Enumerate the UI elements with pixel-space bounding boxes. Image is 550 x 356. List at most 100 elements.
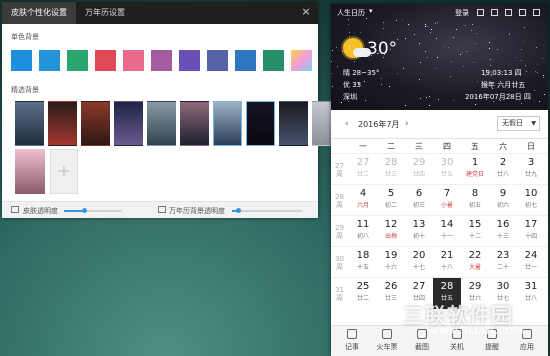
color-swatch[interactable] bbox=[123, 50, 144, 71]
calendar-day[interactable]: 11 初八 bbox=[349, 216, 377, 247]
color-swatch[interactable] bbox=[67, 50, 88, 71]
calendar-day[interactable]: 29 廿四 bbox=[405, 154, 433, 185]
calendar-day[interactable]: 16 十三 bbox=[489, 216, 517, 247]
slider-knob[interactable] bbox=[235, 208, 241, 213]
calendar-day[interactable]: 6 初三 bbox=[405, 185, 433, 216]
star bbox=[516, 57, 517, 58]
star bbox=[492, 88, 493, 89]
wifi-icon[interactable]: ▾ bbox=[369, 7, 373, 15]
calendar-day[interactable]: 30 廿五 bbox=[433, 154, 461, 185]
star bbox=[354, 61, 355, 62]
color-swatch[interactable] bbox=[151, 50, 172, 71]
calendar-day[interactable]: 17 十四 bbox=[517, 216, 545, 247]
calendar-day[interactable]: 15 十二 bbox=[461, 216, 489, 247]
train-ticket-icon bbox=[382, 329, 392, 339]
day-number: 20 bbox=[412, 250, 426, 261]
lunar-label: 二十 bbox=[496, 264, 509, 271]
star bbox=[525, 65, 526, 66]
lunar-label: 十二 bbox=[468, 233, 481, 240]
week-number: 29 周 bbox=[335, 224, 344, 240]
calendar-day[interactable]: 21 十八 bbox=[433, 247, 461, 278]
calendar-day[interactable]: 31 廿八 bbox=[517, 278, 545, 309]
calendar-day[interactable]: 19 十六 bbox=[377, 247, 405, 278]
calendar-day[interactable]: 7 小暑 bbox=[433, 185, 461, 216]
color-swatch[interactable] bbox=[179, 50, 200, 71]
slider-knob[interactable] bbox=[82, 208, 88, 213]
background-thumbnail[interactable] bbox=[180, 101, 209, 146]
background-thumbnail[interactable] bbox=[147, 101, 176, 146]
star bbox=[509, 34, 510, 35]
background-thumbnail[interactable] bbox=[246, 101, 275, 146]
calendar-day[interactable]: 14 十一 bbox=[433, 216, 461, 247]
calendar-day[interactable]: 13 初十 bbox=[405, 216, 433, 247]
lunar-label: 初八 bbox=[356, 233, 369, 240]
holiday-select[interactable]: 无假日 ▼ bbox=[497, 116, 540, 131]
app-title[interactable]: 人生日历 bbox=[337, 8, 365, 18]
star bbox=[331, 61, 332, 62]
background-thumbnail[interactable] bbox=[213, 101, 242, 146]
calendar-day[interactable]: 12 出梅 bbox=[377, 216, 405, 247]
month-label[interactable]: 2016年7月 bbox=[358, 119, 399, 130]
note-button[interactable]: 记事 bbox=[337, 329, 367, 352]
calendar-day[interactable]: 9 初六 bbox=[489, 185, 517, 216]
lunar-label: 廿四 bbox=[412, 171, 425, 178]
calendar-day[interactable]: 8 初五 bbox=[461, 185, 489, 216]
calendar-day[interactable]: 4 六月 bbox=[349, 185, 377, 216]
calendar-day[interactable]: 18 十五 bbox=[349, 247, 377, 278]
calendar-day[interactable]: 28 廿三 bbox=[377, 154, 405, 185]
train-ticket-button[interactable]: 火车票 bbox=[372, 329, 402, 352]
calendar-day[interactable]: 22 大暑 bbox=[461, 247, 489, 278]
close-icon[interactable]: × bbox=[300, 6, 312, 18]
calendar-day[interactable]: 10 初七 bbox=[517, 185, 545, 216]
minimize-icon[interactable] bbox=[519, 9, 526, 16]
color-swatch[interactable] bbox=[235, 50, 256, 71]
mini-mode-icon[interactable] bbox=[505, 9, 512, 16]
tab-calendar-settings[interactable]: 万年历设置 bbox=[76, 2, 134, 24]
background-thumbnail[interactable] bbox=[114, 101, 143, 146]
add-background-button[interactable]: + bbox=[50, 149, 78, 194]
calendar-day[interactable]: 27 廿二 bbox=[349, 154, 377, 185]
color-swatch[interactable] bbox=[11, 50, 32, 71]
color-swatch[interactable] bbox=[39, 50, 60, 71]
prev-month-icon[interactable]: ‹ bbox=[345, 119, 349, 129]
day-number: 14 bbox=[440, 219, 454, 230]
calendar-day[interactable]: 26 廿三 bbox=[377, 278, 405, 309]
star bbox=[383, 22, 384, 23]
skin-opacity-slider[interactable] bbox=[64, 208, 122, 213]
calendar-day[interactable]: 20 十七 bbox=[405, 247, 433, 278]
star bbox=[490, 59, 491, 60]
upload-icon[interactable] bbox=[491, 9, 498, 16]
login-link[interactable]: 登录 bbox=[455, 8, 469, 18]
skin-settings-panel: 皮肤个性化设置 万年历设置 × 单色背景 精选背景 + 皮肤透明度 万年历背景透… bbox=[2, 2, 341, 218]
next-month-icon[interactable]: › bbox=[405, 119, 409, 129]
star bbox=[427, 26, 428, 27]
background-thumbnail[interactable] bbox=[15, 101, 44, 146]
calendar-day[interactable]: 24 廿一 bbox=[517, 247, 545, 278]
tab-skin-settings[interactable]: 皮肤个性化设置 bbox=[2, 2, 76, 24]
star bbox=[486, 70, 487, 71]
calendar-day[interactable]: 1 建党日 bbox=[461, 154, 489, 185]
color-swatch[interactable] bbox=[207, 50, 228, 71]
background-thumbnail[interactable] bbox=[48, 101, 77, 146]
calendar-day[interactable]: 5 初二 bbox=[377, 185, 405, 216]
calendar-day[interactable]: 2 廿八 bbox=[489, 154, 517, 185]
color-swatch[interactable] bbox=[263, 50, 284, 71]
star bbox=[420, 98, 421, 99]
star bbox=[463, 66, 464, 67]
footer-label: 截图 bbox=[415, 343, 429, 351]
color-swatch[interactable] bbox=[291, 50, 312, 71]
star bbox=[414, 34, 415, 35]
calendar-day[interactable]: 23 二十 bbox=[489, 247, 517, 278]
calendar-opacity-slider[interactable] bbox=[232, 208, 302, 213]
background-thumbnail-cherry[interactable] bbox=[15, 149, 45, 194]
star bbox=[349, 36, 350, 37]
city[interactable]: 深圳 bbox=[343, 92, 357, 102]
star bbox=[521, 60, 522, 61]
shirt-icon[interactable] bbox=[477, 9, 484, 16]
calendar-day[interactable]: 25 廿二 bbox=[349, 278, 377, 309]
background-thumbnail[interactable] bbox=[279, 101, 308, 146]
color-swatch[interactable] bbox=[95, 50, 116, 71]
calendar-day[interactable]: 3 廿九 bbox=[517, 154, 545, 185]
close-icon[interactable] bbox=[533, 9, 540, 16]
background-thumbnail[interactable] bbox=[81, 101, 110, 146]
